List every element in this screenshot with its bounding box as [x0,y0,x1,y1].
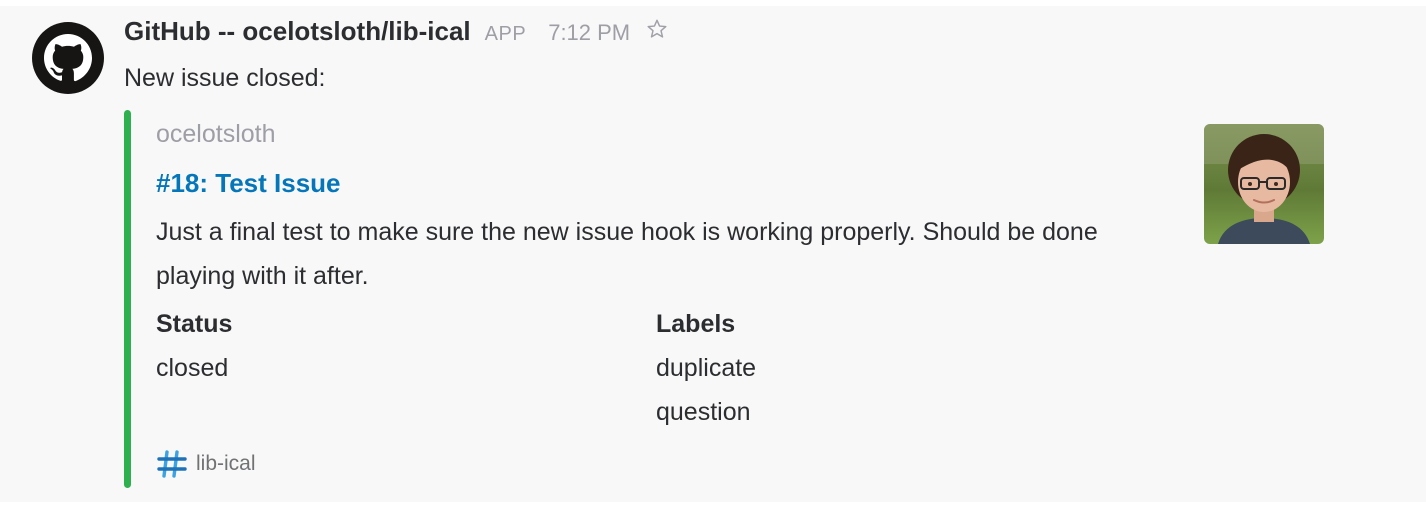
repo-hash-icon [157,450,187,478]
attachment-author[interactable]: ocelotsloth [156,120,276,149]
user-photo[interactable] [1204,124,1324,244]
message-header: GitHub -- ocelotsloth/lib-ical APP 7:12 … [124,16,668,47]
status-field-value: closed [156,354,229,382]
message-text: New issue closed: [124,64,326,92]
status-field-title: Status [156,310,233,338]
issue-body-text: Just a final test to make sure the new i… [156,218,1098,290]
label-item: question [656,398,751,426]
labels-field-title: Labels [656,310,736,338]
message-attachment: ocelotsloth #18: Test Issue Just a final… [124,110,1334,488]
github-octocat-icon[interactable] [32,22,104,94]
chat-message: GitHub -- ocelotsloth/lib-ical APP 7:12 … [0,6,1426,502]
labels-field: Labels duplicate question [656,302,756,434]
issue-title-link[interactable]: #18: Test Issue [156,168,341,199]
status-field: Status closed [156,302,232,390]
label-item: duplicate [656,354,757,382]
attachment-footer: lib-ical [156,448,256,480]
app-badge: APP [484,23,527,45]
message-timestamp[interactable]: 7:12 PM [548,20,630,46]
star-icon[interactable] [646,18,668,40]
sender-name[interactable]: GitHub -- ocelotsloth/lib-ical [124,16,471,47]
footer-text[interactable]: lib-ical [196,452,256,476]
attachment-color-bar [124,110,131,488]
